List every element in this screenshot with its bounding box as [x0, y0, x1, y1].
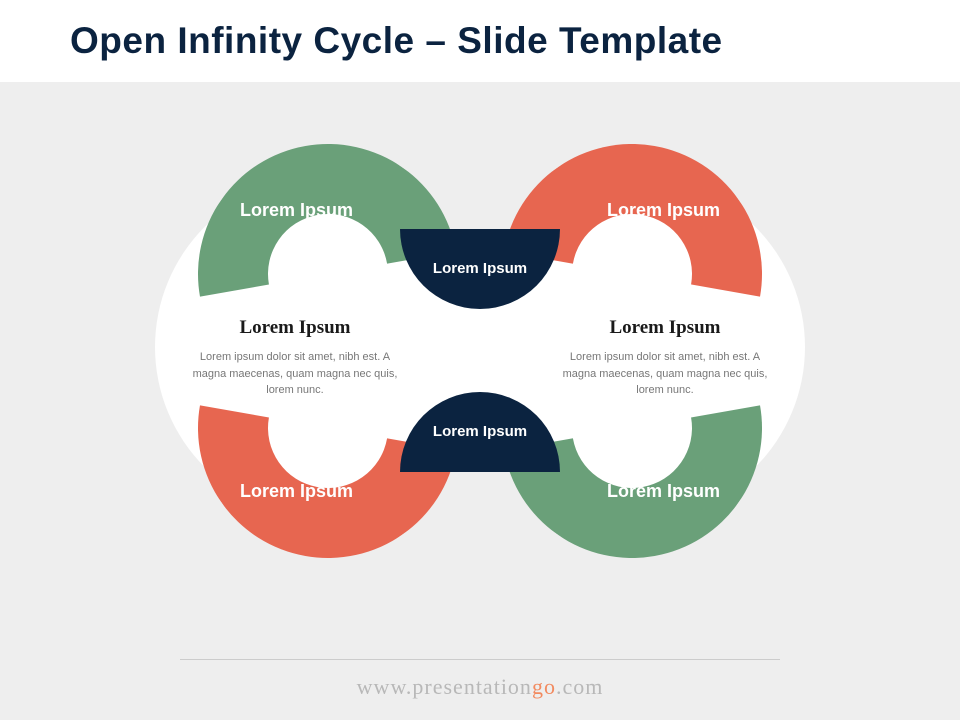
content-left-title: Lorem Ipsum [190, 317, 400, 339]
slide-header: Open Infinity Cycle – Slide Template [0, 0, 960, 82]
content-block-right: Lorem Ipsum Lorem ipsum dolor sit amet, … [560, 317, 770, 399]
footer-post: .com [556, 674, 603, 699]
hub-top-label: Lorem Ipsum [433, 260, 527, 279]
arc-label-bottom-left: Lorem Ipsum [240, 481, 353, 502]
footer-mid: presentation [412, 674, 532, 699]
arc-label-bottom-right: Lorem Ipsum [607, 481, 720, 502]
diagram-stage: Lorem Ipsum Lorem Ipsum Lorem Ipsum Lore… [0, 82, 960, 650]
footer-pre: www. [357, 674, 413, 699]
arc-label-top-right: Lorem Ipsum [607, 200, 720, 221]
footer-divider [180, 659, 780, 660]
footer-url: www.presentationgo.com [0, 674, 960, 700]
slide-title: Open Infinity Cycle – Slide Template [70, 20, 723, 62]
content-right-title: Lorem Ipsum [560, 317, 770, 339]
hub-bottom-label: Lorem Ipsum [433, 423, 527, 442]
content-block-left: Lorem Ipsum Lorem ipsum dolor sit amet, … [190, 317, 400, 399]
content-left-body: Lorem ipsum dolor sit amet, nibh est. A … [190, 349, 400, 399]
footer-accent: go [532, 674, 556, 699]
arc-label-top-left: Lorem Ipsum [240, 200, 353, 221]
content-right-body: Lorem ipsum dolor sit amet, nibh est. A … [560, 349, 770, 399]
